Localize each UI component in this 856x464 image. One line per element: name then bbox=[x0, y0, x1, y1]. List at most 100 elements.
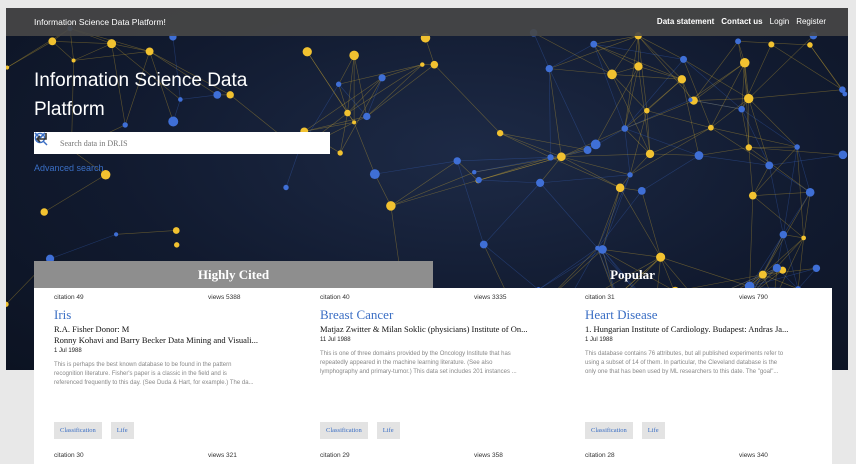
network-edge bbox=[698, 155, 770, 166]
dataset-tags: Classification Life bbox=[54, 422, 134, 439]
network-node bbox=[768, 41, 775, 48]
dataset-title[interactable]: Breast Cancer bbox=[320, 307, 393, 323]
dataset-authors: 1. Hungarian Institute of Cardiology. Bu… bbox=[585, 324, 789, 334]
tag-classification[interactable]: Classification bbox=[54, 422, 102, 439]
advanced-search-link[interactable]: Advanced search bbox=[34, 163, 104, 173]
network-edge bbox=[593, 35, 639, 45]
network-edge bbox=[783, 192, 811, 235]
network-edge bbox=[710, 98, 749, 128]
network-edge bbox=[549, 35, 639, 69]
network-edge bbox=[624, 79, 683, 129]
network-edge bbox=[748, 35, 814, 99]
network-node bbox=[107, 39, 117, 49]
network-edge bbox=[624, 99, 691, 129]
network-node bbox=[801, 235, 806, 241]
dataset-description: This is perhaps the best known database … bbox=[54, 362, 254, 386]
search-input[interactable] bbox=[60, 138, 290, 148]
nav-login[interactable]: Login bbox=[770, 17, 790, 26]
dataset-card: citation 49 views 5388 Iris R.A. Fisher … bbox=[54, 288, 296, 448]
network-edge bbox=[548, 68, 551, 158]
network-edge bbox=[500, 132, 562, 158]
network-edge bbox=[500, 132, 588, 151]
views-count: views 340 bbox=[739, 452, 768, 459]
network-node bbox=[794, 144, 800, 150]
network-edge bbox=[49, 234, 117, 260]
search-bar bbox=[34, 132, 330, 154]
dataset-tags: Classification Life bbox=[585, 422, 665, 439]
network-node bbox=[694, 151, 704, 160]
network-node bbox=[479, 240, 488, 249]
network-node bbox=[748, 191, 757, 200]
dataset-title[interactable]: Iris bbox=[54, 307, 71, 323]
network-node bbox=[708, 124, 714, 131]
network-edge bbox=[478, 179, 541, 184]
nav-contact-us[interactable]: Contact us bbox=[721, 17, 762, 26]
network-edge bbox=[597, 190, 643, 249]
network-node bbox=[344, 109, 351, 117]
network-node bbox=[363, 112, 371, 121]
network-edge bbox=[434, 64, 501, 134]
network-node bbox=[739, 58, 750, 68]
network-edge bbox=[710, 62, 746, 128]
network-node bbox=[545, 64, 553, 73]
views-count: views 321 bbox=[208, 452, 237, 459]
tag-classification[interactable]: Classification bbox=[320, 422, 368, 439]
tab-popular[interactable]: Popular bbox=[433, 261, 832, 288]
network-node bbox=[335, 81, 342, 87]
network-node bbox=[337, 150, 343, 156]
tag-classification[interactable]: Classification bbox=[585, 422, 633, 439]
network-edge bbox=[646, 110, 711, 128]
network-node bbox=[71, 58, 76, 63]
tag-life[interactable]: Life bbox=[376, 422, 400, 439]
network-edge bbox=[698, 147, 749, 156]
network-edge bbox=[561, 156, 621, 189]
tag-life[interactable]: Life bbox=[641, 422, 665, 439]
network-edge bbox=[483, 182, 541, 245]
network-edge bbox=[390, 179, 479, 207]
network-edge bbox=[6, 41, 53, 68]
network-node bbox=[496, 130, 504, 137]
network-edge bbox=[44, 174, 106, 213]
network-node bbox=[805, 188, 815, 197]
dataset-date: 1 Jul 1988 bbox=[54, 348, 82, 354]
views-count: views 3335 bbox=[474, 294, 507, 301]
site-brand[interactable]: Information Science Data Platform! bbox=[34, 17, 166, 27]
network-node bbox=[283, 184, 289, 191]
network-edge bbox=[602, 187, 621, 250]
network-node bbox=[590, 40, 598, 48]
network-edge bbox=[796, 146, 811, 193]
citation-count: citation 49 bbox=[54, 294, 84, 301]
nav-register[interactable]: Register bbox=[796, 17, 826, 26]
tab-highly-cited[interactable]: Highly Cited bbox=[34, 261, 433, 288]
network-edge bbox=[624, 128, 631, 175]
network-node bbox=[583, 146, 592, 154]
citation-count: citation 40 bbox=[320, 294, 350, 301]
network-edge bbox=[382, 64, 423, 79]
network-node bbox=[420, 62, 425, 67]
network-edge bbox=[561, 153, 651, 158]
dataset-title[interactable]: Heart Disease bbox=[585, 307, 658, 323]
network-edge bbox=[539, 182, 598, 249]
network-edge bbox=[741, 108, 798, 148]
network-node bbox=[48, 37, 57, 46]
network-edge bbox=[693, 41, 739, 101]
network-edge bbox=[550, 157, 621, 189]
network-edge bbox=[597, 174, 631, 249]
network-edge bbox=[769, 165, 811, 193]
network-node bbox=[557, 152, 566, 162]
views-count: views 790 bbox=[739, 294, 768, 301]
dataset-tags: Classification Life bbox=[320, 422, 400, 439]
nav-data-statement[interactable]: Data statement bbox=[657, 17, 714, 26]
network-node bbox=[838, 150, 848, 160]
network-node bbox=[590, 139, 601, 150]
network-edge bbox=[619, 187, 661, 258]
tag-life[interactable]: Life bbox=[110, 422, 134, 439]
network-edge bbox=[285, 150, 300, 188]
network-node bbox=[645, 149, 655, 159]
network-node bbox=[547, 154, 554, 161]
dataset-date: 1 Jul 1988 bbox=[585, 337, 613, 343]
top-nav: Data statement Contact us Login Register bbox=[657, 17, 826, 26]
citation-count: citation 28 bbox=[585, 452, 615, 459]
network-node bbox=[386, 201, 396, 211]
network-node bbox=[634, 62, 643, 71]
